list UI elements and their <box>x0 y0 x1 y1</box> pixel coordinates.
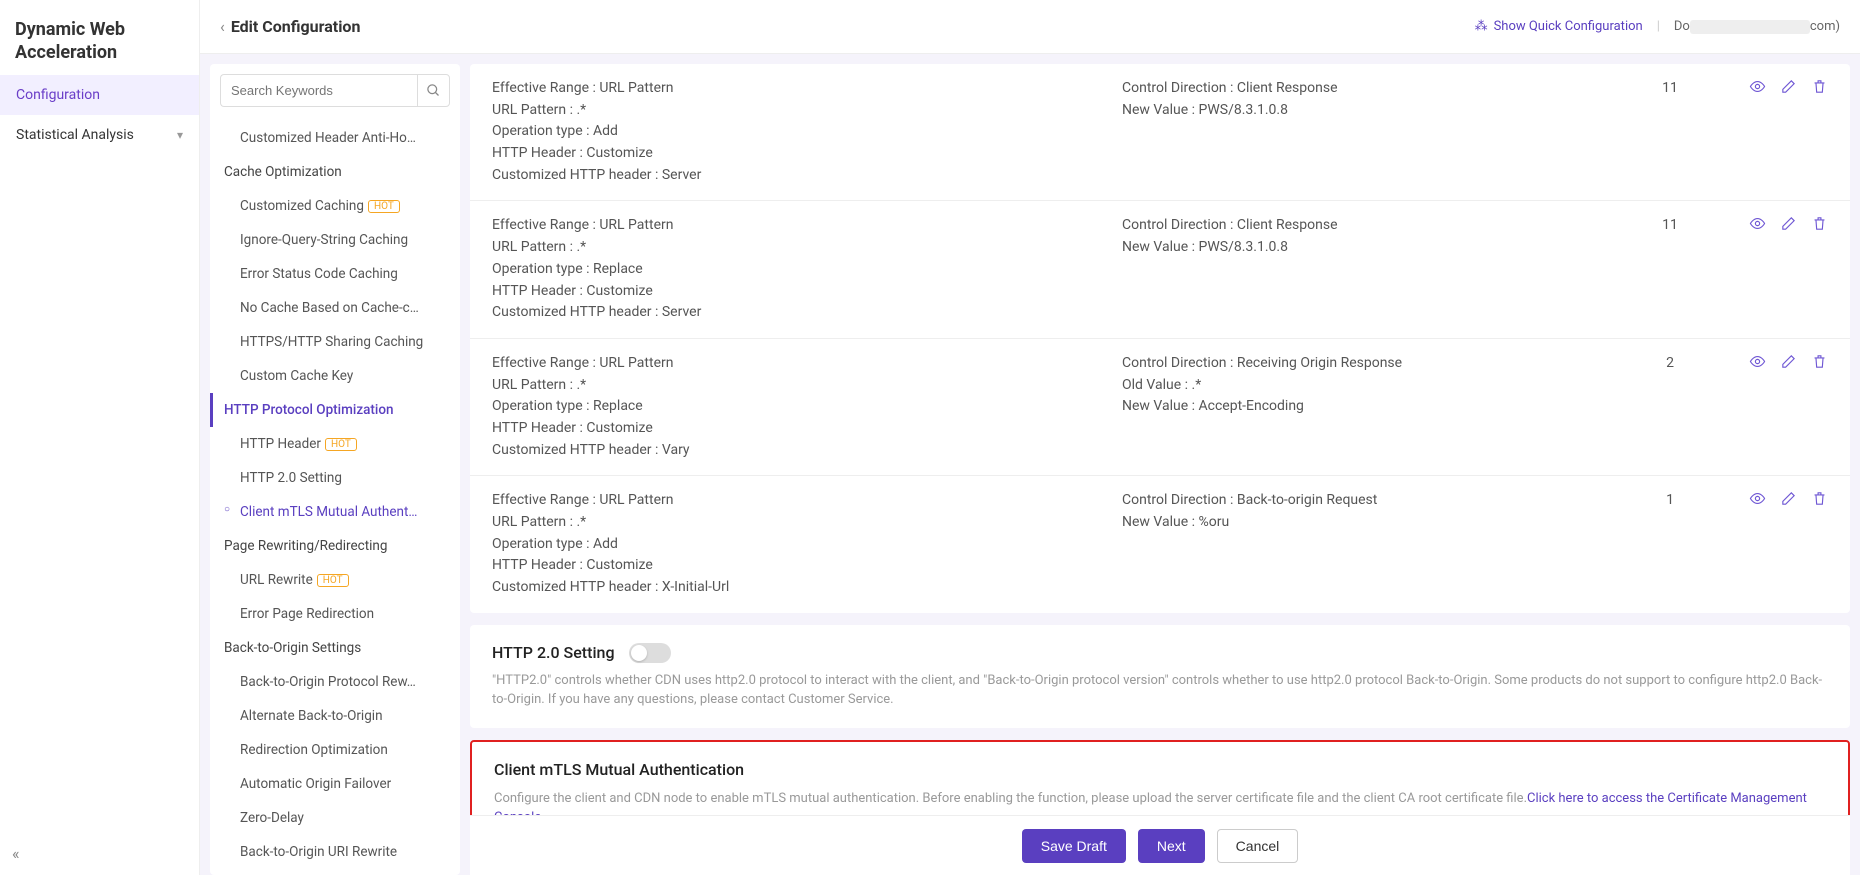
show-quick-configuration-link[interactable]: ⁂ Show Quick Configuration <box>1475 19 1643 34</box>
row-col-a: Effective Range : URL PatternURL Pattern… <box>470 476 1100 613</box>
row-col-count: 2 <box>1620 338 1720 475</box>
row-col-b: Control Direction : Client ResponseNew V… <box>1100 201 1620 338</box>
edit-icon[interactable] <box>1780 78 1797 103</box>
delete-icon[interactable] <box>1811 215 1828 240</box>
main-area: ‹ Edit Configuration ⁂ Show Quick Config… <box>200 0 1860 875</box>
tree-custom-cache-key[interactable]: Custom Cache Key <box>210 359 460 393</box>
config-tree: Customized Header Anti-Ho… Cache Optimiz… <box>210 117 460 875</box>
view-icon[interactable] <box>1749 353 1766 378</box>
client-mtls-section: Client mTLS Mutual Authentication Config… <box>470 740 1850 815</box>
table-row: Effective Range : URL PatternURL Pattern… <box>470 64 1850 201</box>
table-row: Effective Range : URL PatternURL Pattern… <box>470 476 1850 613</box>
row-col-b: Control Direction : Receiving Origin Res… <box>1100 338 1620 475</box>
page-title: Edit Configuration <box>231 17 361 36</box>
delete-icon[interactable] <box>1811 490 1828 515</box>
next-button[interactable]: Next <box>1138 829 1205 863</box>
tree-custom-header-anti[interactable]: Customized Header Anti-Ho… <box>210 121 460 155</box>
tree-b2o-uri-rewrite[interactable]: Back-to-Origin URI Rewrite <box>210 835 460 869</box>
tree-ignore-query-string[interactable]: Ignore-Query-String Caching <box>210 223 460 257</box>
tree-url-rewrite[interactable]: URL RewriteHOT <box>210 563 460 597</box>
mtls-description: Configure the client and CDN node to ena… <box>494 789 1826 815</box>
view-icon[interactable] <box>1749 490 1766 515</box>
edit-icon[interactable] <box>1780 215 1797 240</box>
search-icon <box>426 83 441 98</box>
tree-automatic-origin-failover[interactable]: Automatic Origin Failover <box>210 767 460 801</box>
view-icon[interactable] <box>1749 78 1766 103</box>
hot-badge: HOT <box>317 574 349 587</box>
row-col-count: 11 <box>1620 64 1720 201</box>
row-col-count: 11 <box>1620 201 1720 338</box>
save-draft-button[interactable]: Save Draft <box>1022 829 1126 863</box>
tree-client-mtls[interactable]: Client mTLS Mutual Authent… <box>210 495 460 529</box>
row-actions <box>1720 201 1850 338</box>
http-header-table: Effective Range : URL PatternURL Pattern… <box>470 64 1850 613</box>
nav-statistical-analysis-label: Statistical Analysis <box>16 127 134 143</box>
row-col-a: Effective Range : URL PatternURL Pattern… <box>470 338 1100 475</box>
row-col-a: Effective Range : URL PatternURL Pattern… <box>470 64 1100 201</box>
tree-cache-optimization[interactable]: Cache Optimization <box>210 155 460 189</box>
domain-masked <box>1690 20 1810 34</box>
tree-http-protocol-optimization[interactable]: HTTP Protocol Optimization <box>210 393 460 427</box>
row-actions <box>1720 338 1850 475</box>
search-input[interactable] <box>220 74 417 107</box>
tree-zero-delay[interactable]: Zero-Delay <box>210 801 460 835</box>
http2-description: "HTTP2.0" controls whether CDN uses http… <box>492 671 1828 710</box>
mtls-title: Client mTLS Mutual Authentication <box>494 760 1826 779</box>
tree-page-rewriting[interactable]: Page Rewriting/Redirecting <box>210 529 460 563</box>
cancel-button[interactable]: Cancel <box>1217 829 1299 863</box>
tree-alternate-b2o[interactable]: Alternate Back-to-Origin <box>210 699 460 733</box>
footer-actions: Save Draft Next Cancel <box>470 815 1850 875</box>
nav-configuration[interactable]: Configuration <box>0 75 199 115</box>
divider: | <box>1657 19 1660 34</box>
edit-icon[interactable] <box>1780 490 1797 515</box>
hot-badge: HOT <box>325 438 357 451</box>
collapse-sidebar-icon[interactable]: « <box>12 844 20 863</box>
product-brand: Dynamic Web Acceleration <box>0 0 199 75</box>
delete-icon[interactable] <box>1811 353 1828 378</box>
back-icon[interactable]: ‹ <box>220 17 225 36</box>
table-row: Effective Range : URL PatternURL Pattern… <box>470 201 1850 338</box>
http2-section: HTTP 2.0 Setting "HTTP2.0" controls whet… <box>470 625 1850 728</box>
tree-http-header[interactable]: HTTP HeaderHOT <box>210 427 460 461</box>
edit-icon[interactable] <box>1780 353 1797 378</box>
tree-no-cache-cache-control[interactable]: No Cache Based on Cache-c… <box>210 291 460 325</box>
table-row: Effective Range : URL PatternURL Pattern… <box>470 338 1850 475</box>
settings-panel: Effective Range : URL PatternURL Pattern… <box>470 64 1850 875</box>
hot-badge: HOT <box>368 200 400 213</box>
search-button[interactable] <box>417 74 450 107</box>
tree-error-page-redirection[interactable]: Error Page Redirection <box>210 597 460 631</box>
tree-b2o-protocol-rewrite[interactable]: Back-to-Origin Protocol Rew… <box>210 665 460 699</box>
left-rail: Dynamic Web Acceleration Configuration S… <box>0 0 200 875</box>
sparkle-icon: ⁂ <box>1475 19 1488 34</box>
http2-toggle[interactable] <box>629 643 671 663</box>
tree-error-status-code-caching[interactable]: Error Status Code Caching <box>210 257 460 291</box>
tree-redirection-optimization[interactable]: Redirection Optimization <box>210 733 460 767</box>
row-actions <box>1720 476 1850 613</box>
row-col-a: Effective Range : URL PatternURL Pattern… <box>470 201 1100 338</box>
row-col-b: Control Direction : Client ResponseNew V… <box>1100 64 1620 201</box>
page-header: ‹ Edit Configuration ⁂ Show Quick Config… <box>200 0 1860 54</box>
tree-https-http-sharing[interactable]: HTTPS/HTTP Sharing Caching <box>210 325 460 359</box>
tree-back-to-origin-settings[interactable]: Back-to-Origin Settings <box>210 631 460 665</box>
chevron-down-icon: ▾ <box>177 128 183 142</box>
view-icon[interactable] <box>1749 215 1766 240</box>
row-col-b: Control Direction : Back-to-origin Reque… <box>1100 476 1620 613</box>
row-actions <box>1720 64 1850 201</box>
delete-icon[interactable] <box>1811 78 1828 103</box>
config-tree-panel: Customized Header Anti-Ho… Cache Optimiz… <box>210 64 460 875</box>
row-col-count: 1 <box>1620 476 1720 613</box>
tree-custom-caching[interactable]: Customized CachingHOT <box>210 189 460 223</box>
http2-title: HTTP 2.0 Setting <box>492 643 615 662</box>
nav-statistical-analysis[interactable]: Statistical Analysis ▾ <box>0 115 199 155</box>
domain-label: Docom) <box>1674 19 1840 34</box>
tree-http2-setting[interactable]: HTTP 2.0 Setting <box>210 461 460 495</box>
